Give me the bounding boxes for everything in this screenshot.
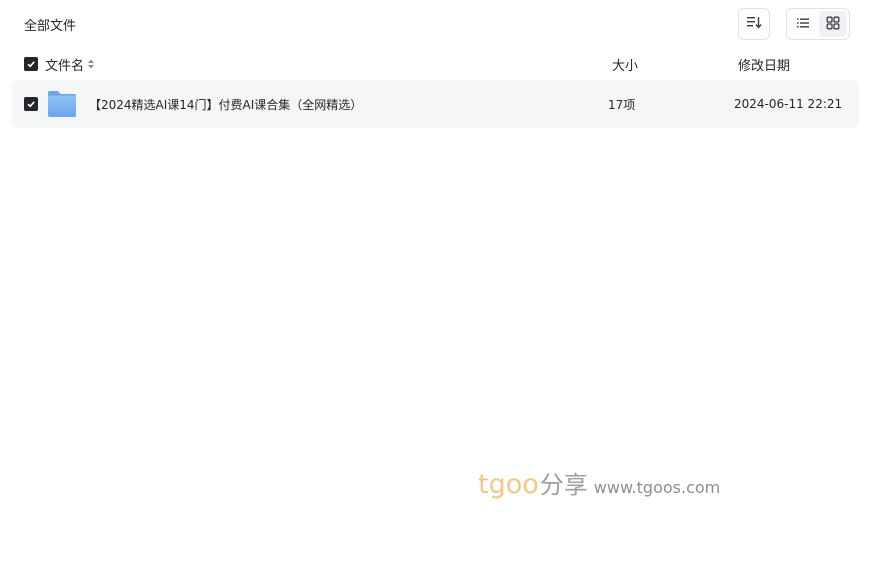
name-column-label: 文件名 xyxy=(45,58,85,74)
file-size: 17项 xyxy=(608,97,636,112)
grid-icon xyxy=(826,15,840,34)
list-view-button[interactable] xyxy=(789,11,817,37)
select-all-checkbox[interactable] xyxy=(24,57,38,71)
toolbar xyxy=(738,8,850,40)
table-header: 文件名 大小 修改日期 xyxy=(12,52,859,76)
watermark-url: www.tgoos.com xyxy=(593,478,721,497)
size-column-header[interactable]: 大小 xyxy=(612,55,638,74)
list-icon xyxy=(796,15,810,34)
file-modified-date: 2024-06-11 22:21 xyxy=(734,97,843,111)
folder-icon xyxy=(47,90,77,118)
watermark-cn: 分享 xyxy=(539,471,588,499)
file-name[interactable]: 【2024精选AI课14门】付费AI课合集（全网精选） xyxy=(89,96,362,113)
row-checkbox[interactable] xyxy=(24,97,38,111)
watermark: tgoo 分享 www.tgoos.com xyxy=(478,465,720,500)
watermark-brand: tgoo xyxy=(478,469,539,500)
breadcrumb-title: 全部文件 xyxy=(24,19,77,34)
sort-button[interactable] xyxy=(738,8,770,40)
check-icon xyxy=(27,101,35,108)
name-column-header[interactable]: 文件名 xyxy=(45,55,95,74)
header-name-column: 文件名 xyxy=(12,55,95,74)
table-row[interactable]: 【2024精选AI课14门】付费AI课合集（全网精选） 17项 2024-06-… xyxy=(12,80,859,128)
date-column-header[interactable]: 修改日期 xyxy=(738,55,790,74)
check-icon xyxy=(27,61,35,68)
breadcrumb[interactable]: 全部文件 xyxy=(24,15,76,34)
sort-lines-icon xyxy=(746,14,762,34)
sort-toggle-icon[interactable] xyxy=(87,58,95,70)
view-toggle xyxy=(786,8,850,40)
grid-view-button[interactable] xyxy=(819,11,847,37)
